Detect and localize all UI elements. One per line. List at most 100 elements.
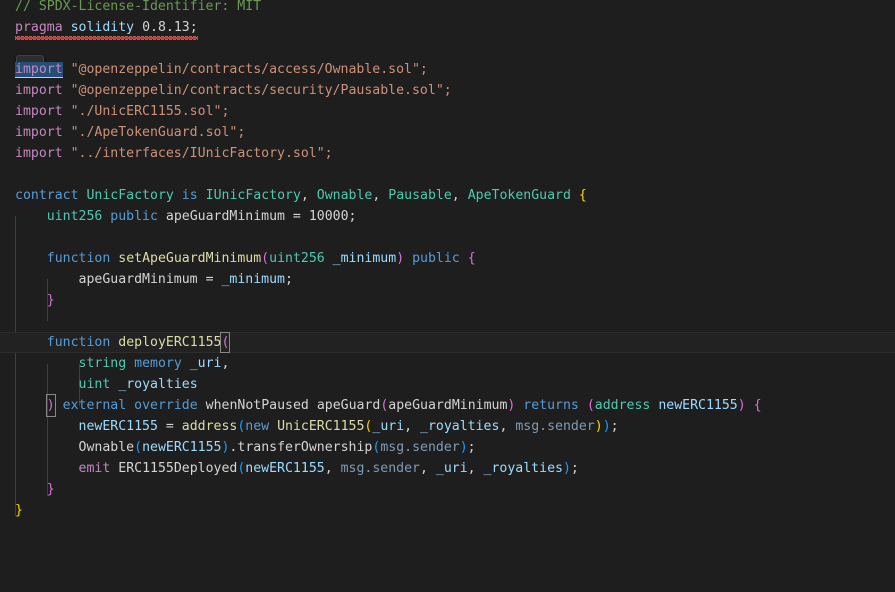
event-name: ERC1155Deployed bbox=[118, 461, 238, 476]
emit-keyword: emit bbox=[78, 461, 111, 476]
param-name: _royalties bbox=[118, 377, 198, 392]
code-line[interactable]: function setApeGuardMinimum(uint256 _min… bbox=[0, 248, 895, 269]
close-paren: ) bbox=[396, 251, 405, 266]
assign-operator: = bbox=[197, 272, 222, 287]
modifier-when-not-paused: whenNotPaused bbox=[205, 398, 309, 413]
open-paren: ( bbox=[586, 398, 595, 413]
contract-name: UnicFactory bbox=[86, 188, 174, 203]
close-brace: } bbox=[46, 293, 55, 308]
assign-operator: = bbox=[284, 209, 309, 224]
code-line[interactable]: newERC1155 = address(new UnicERC1155(_ur… bbox=[0, 416, 895, 437]
open-paren-bracket-match: ( bbox=[220, 332, 231, 353]
external-keyword: external bbox=[62, 398, 127, 413]
code-line[interactable]: apeGuardMinimum = _minimum; bbox=[0, 269, 895, 290]
event-arg: _uri bbox=[435, 461, 468, 476]
code-line[interactable]: import "@openzeppelin/contracts/security… bbox=[0, 80, 895, 101]
code-line-blank[interactable] bbox=[0, 38, 895, 59]
code-line[interactable]: string memory _uri, bbox=[0, 353, 895, 374]
code-content: // SPDX-License-Identifier: MIT pragma s… bbox=[0, 0, 895, 521]
contract-keyword: contract bbox=[15, 188, 79, 203]
import-keyword-link[interactable]: import bbox=[15, 62, 63, 78]
code-line[interactable]: import "@openzeppelin/contracts/access/O… bbox=[0, 59, 895, 80]
base-contract: ApeTokenGuard bbox=[467, 188, 571, 203]
code-line[interactable]: uint _royalties bbox=[0, 374, 895, 395]
comma: , bbox=[324, 461, 341, 476]
code-line[interactable]: Ownable(newERC1155).transferOwnership(ms… bbox=[0, 437, 895, 458]
code-line-blank[interactable] bbox=[0, 227, 895, 248]
visibility-keyword: public bbox=[110, 209, 158, 224]
open-paren: ( bbox=[261, 251, 270, 266]
code-line[interactable]: // SPDX-License-Identifier: MIT bbox=[0, 0, 895, 17]
override-keyword: override bbox=[134, 398, 198, 413]
return-type: address bbox=[594, 398, 651, 413]
code-line[interactable]: pragma solidity 0.8.13; bbox=[0, 17, 895, 40]
param-name: _uri bbox=[189, 356, 222, 371]
close-brace: } bbox=[15, 503, 23, 518]
base-contract: Ownable bbox=[316, 188, 373, 203]
import-keyword: import bbox=[15, 146, 63, 161]
semicolon: ; bbox=[284, 272, 293, 287]
close-paren: ) bbox=[459, 440, 468, 455]
return-name: newERC1155 bbox=[658, 398, 738, 413]
code-line-blank[interactable] bbox=[0, 164, 895, 185]
state-var-value: 10000 bbox=[308, 209, 349, 224]
close-paren: ) bbox=[602, 419, 611, 434]
event-arg: _royalties bbox=[483, 461, 563, 476]
new-keyword: new bbox=[245, 419, 270, 434]
msg-sender: msg.sender bbox=[380, 440, 460, 455]
state-var-name: apeGuardMinimum bbox=[165, 209, 285, 224]
code-line[interactable]: import "../interfaces/IUnicFactory.sol"; bbox=[0, 143, 895, 164]
function-keyword: function bbox=[46, 335, 111, 350]
code-line[interactable]: import "./ApeTokenGuard.sol"; bbox=[0, 122, 895, 143]
code-line[interactable]: uint256 public apeGuardMinimum = 10000; bbox=[0, 206, 895, 227]
function-name: deployERC1155 bbox=[118, 335, 222, 350]
code-line-active[interactable]: function deployERC1155( bbox=[0, 332, 895, 353]
semicolon: ; bbox=[467, 440, 476, 455]
param-name: _minimum bbox=[332, 251, 397, 266]
comma: , bbox=[451, 188, 468, 203]
code-line[interactable]: } bbox=[0, 479, 895, 500]
base-contract: Pausable bbox=[388, 188, 452, 203]
comma: , bbox=[499, 419, 516, 434]
comma: , bbox=[467, 461, 484, 476]
pragma-statement-error: pragma solidity 0.8.13; bbox=[15, 17, 198, 40]
comma: , bbox=[420, 461, 436, 476]
event-arg: newERC1155 bbox=[245, 461, 325, 476]
code-line[interactable]: } bbox=[0, 500, 895, 521]
cast-arg: newERC1155 bbox=[142, 440, 222, 455]
modifier-ape-guard: apeGuard bbox=[316, 398, 381, 413]
code-line[interactable]: emit ERC1155Deployed(newERC1155, msg.sen… bbox=[0, 458, 895, 479]
import-path: "@openzeppelin/contracts/access/Ownable.… bbox=[70, 62, 428, 77]
pragma-keyword: pragma bbox=[15, 20, 63, 35]
call-arg: _royalties bbox=[420, 419, 500, 434]
comma: , bbox=[404, 419, 421, 434]
code-line[interactable]: import "./UnicERC1155.sol"; bbox=[0, 101, 895, 122]
code-line[interactable]: contract UnicFactory is IUnicFactory, Ow… bbox=[0, 185, 895, 206]
open-brace: { bbox=[753, 398, 762, 413]
code-editor[interactable]: // SPDX-License-Identifier: MIT pragma s… bbox=[0, 0, 895, 592]
code-line[interactable]: } bbox=[0, 290, 895, 311]
import-keyword: import bbox=[15, 104, 63, 119]
close-paren: ) bbox=[507, 398, 516, 413]
spdx-license-comment: // SPDX-License-Identifier: MIT bbox=[15, 0, 262, 14]
constructor-call: UnicERC1155 bbox=[277, 419, 365, 434]
assignment-lhs: apeGuardMinimum bbox=[78, 272, 198, 287]
import-path: "@openzeppelin/contracts/security/Pausab… bbox=[70, 83, 452, 98]
code-line-blank[interactable] bbox=[0, 311, 895, 332]
param-type: uint256 bbox=[269, 251, 325, 266]
close-paren: ) bbox=[737, 398, 746, 413]
import-path: "./UnicERC1155.sol"; bbox=[70, 104, 230, 119]
open-brace: { bbox=[467, 251, 476, 266]
msg-sender: msg.sender bbox=[340, 461, 420, 476]
semicolon: ; bbox=[189, 20, 198, 35]
call-arg: _uri bbox=[372, 419, 405, 434]
semicolon: ; bbox=[610, 419, 619, 434]
import-keyword: import bbox=[15, 125, 63, 140]
param-type: uint bbox=[78, 377, 111, 392]
base-contract: IUnicFactory bbox=[205, 188, 301, 203]
open-brace: { bbox=[570, 188, 587, 203]
close-paren-bracket-match: ) bbox=[45, 394, 56, 417]
open-paren: ( bbox=[134, 440, 143, 455]
code-line[interactable]: ) external override whenNotPaused apeGua… bbox=[0, 394, 895, 417]
assignment-rhs: _minimum bbox=[221, 272, 285, 287]
